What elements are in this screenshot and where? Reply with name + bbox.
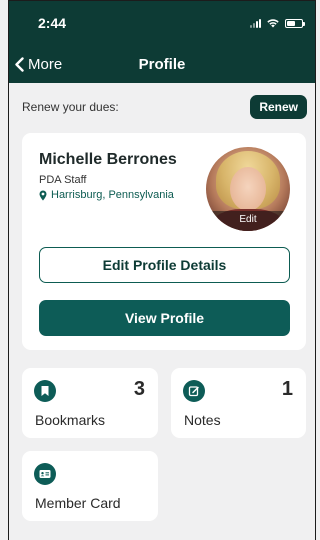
- avatar[interactable]: Edit: [206, 147, 290, 231]
- renew-button[interactable]: Renew: [250, 95, 307, 119]
- chevron-left-icon: [15, 56, 24, 72]
- profile-card: Michelle Berrones PDA Staff Harrisburg, …: [22, 133, 306, 350]
- profile-role: PDA Staff: [39, 174, 87, 186]
- dues-row: Renew your dues: Renew: [9, 83, 315, 131]
- bookmarks-label: Bookmarks: [35, 412, 106, 428]
- bookmarks-count: 3: [133, 378, 145, 400]
- profile-location: Harrisburg, Pennsylvania: [39, 189, 174, 201]
- back-button-label: More: [28, 55, 63, 73]
- app-screen: 2:44 More Profile Renew your dues: Renew…: [9, 1, 315, 540]
- bookmark-icon: [34, 380, 56, 402]
- bookmarks-tile[interactable]: 3 Bookmarks: [22, 368, 158, 438]
- nav-bar: More Profile: [9, 45, 315, 83]
- edit-profile-details-button[interactable]: Edit Profile Details: [39, 247, 290, 283]
- profile-name: Michelle Berrones: [39, 151, 177, 168]
- location-text: Harrisburg, Pennsylvania: [51, 189, 174, 201]
- view-profile-button[interactable]: View Profile: [39, 300, 290, 336]
- notes-tile[interactable]: 1 Notes: [171, 368, 306, 438]
- notes-count: 1: [281, 378, 293, 400]
- battery-icon: [285, 18, 305, 28]
- member-card-tile[interactable]: Member Card: [22, 451, 158, 521]
- dues-label: Renew your dues:: [22, 100, 119, 114]
- wifi-icon: [267, 19, 279, 28]
- id-card-icon: [34, 463, 56, 485]
- status-icons: [250, 18, 305, 28]
- notes-label: Notes: [184, 412, 221, 428]
- status-time: 2:44: [38, 15, 67, 31]
- location-pin-icon: [39, 190, 47, 200]
- member-card-label: Member Card: [35, 495, 121, 511]
- back-button[interactable]: More: [14, 45, 62, 83]
- status-bar: 2:44: [9, 1, 315, 45]
- edit-note-icon: [183, 380, 205, 402]
- signal-icon: [250, 18, 261, 28]
- avatar-edit-label[interactable]: Edit: [206, 211, 290, 231]
